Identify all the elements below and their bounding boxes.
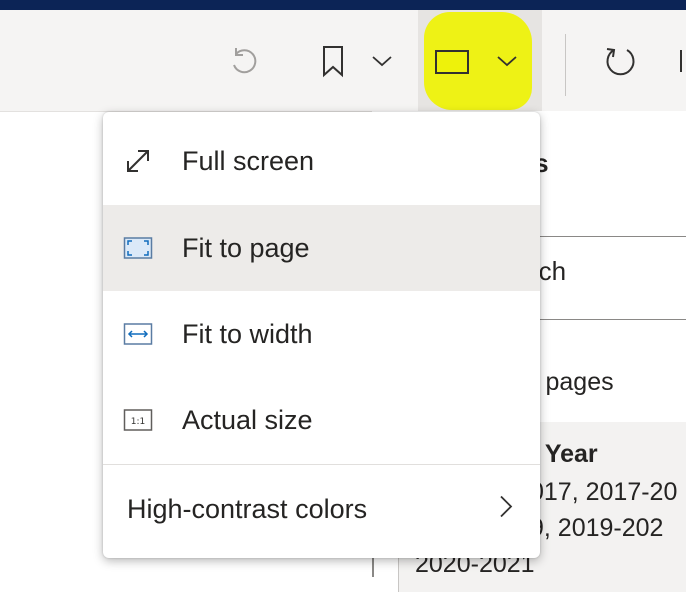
year-filter-value: 9, 2019-202: [530, 514, 664, 542]
filters-on-all-pages-label: l pages: [533, 368, 614, 396]
reset-icon: [233, 48, 257, 74]
view-dropdown[interactable]: [490, 44, 524, 78]
fit-to-page-icon: [123, 233, 153, 263]
toolbar-divider: [565, 34, 566, 96]
menu-item-label: Full screen: [182, 145, 315, 176]
refresh-icon: [606, 48, 635, 76]
toolbar-overflow-edge: [680, 50, 686, 72]
top-app-bar: [0, 0, 686, 10]
menu-item-label: Fit to page: [182, 232, 310, 263]
menu-item-fit-to-page[interactable]: Fit to page: [103, 205, 540, 291]
bookmark-dropdown[interactable]: [365, 44, 399, 78]
chevron-down-icon: [372, 56, 392, 67]
menu-item-label: Fit to width: [182, 318, 313, 349]
menu-separator: [103, 464, 540, 465]
fit-to-width-icon: [123, 319, 153, 349]
svg-text:1:1: 1:1: [131, 417, 145, 427]
bookmark-icon: [323, 46, 343, 78]
view-menu: Full screen Fit to page Fit to width 1:1: [103, 112, 540, 558]
refresh-button[interactable]: [595, 36, 645, 86]
view-button[interactable]: [430, 40, 474, 84]
menu-item-label: Actual size: [182, 404, 313, 435]
actual-size-icon: 1:1: [123, 405, 153, 435]
menu-item-label: High-contrast colors: [127, 493, 368, 524]
full-screen-icon: [123, 146, 153, 176]
chevron-down-icon: [497, 56, 517, 67]
view-icon: [435, 50, 469, 74]
report-toolbar: [0, 10, 686, 112]
menu-item-high-contrast-colors[interactable]: High-contrast colors: [103, 466, 540, 552]
menu-item-fit-to-width[interactable]: Fit to width: [103, 291, 540, 377]
year-filter-title: : Year: [530, 440, 598, 468]
chevron-right-icon: [498, 494, 514, 525]
menu-item-actual-size[interactable]: 1:1 Actual size: [103, 377, 540, 463]
year-filter-value: 017, 2017-20: [530, 478, 678, 506]
bookmark-button[interactable]: [309, 36, 357, 86]
menu-item-full-screen[interactable]: Full screen: [103, 118, 540, 204]
reset-button[interactable]: [219, 36, 269, 86]
